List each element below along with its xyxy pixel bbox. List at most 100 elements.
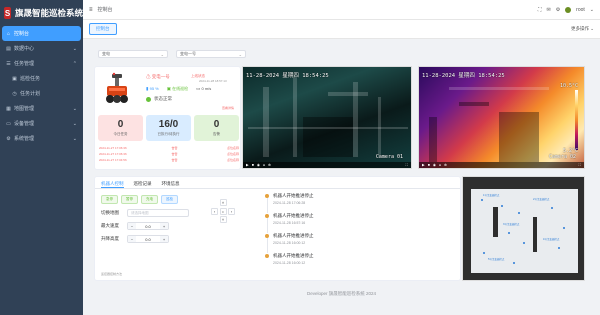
map-icon: ▦ [6, 105, 11, 112]
fullscreen-icon[interactable]: ⛶ [538, 7, 542, 13]
chevron-down-icon: ⌄ [238, 51, 242, 57]
tag-console[interactable]: 控制台 [89, 23, 117, 35]
snapshot-icon[interactable]: ◉ [433, 163, 436, 167]
stop-icon[interactable]: ■ [252, 163, 254, 167]
map-point[interactable] [508, 232, 510, 234]
lift-height-stepper[interactable]: − 0.0 + [127, 235, 169, 243]
sidebar-item-inspection-task[interactable]: ▣ 巡检任务 [0, 71, 83, 86]
sidebar-item-system-management[interactable]: ⚙ 系统管理 ⌄ [0, 131, 83, 146]
alarm-time: 2024-11-27 17:06:36 [99, 152, 127, 156]
sidebar-item-label: 控制台 [14, 31, 30, 37]
decrement-button[interactable]: − [128, 236, 136, 242]
robot-select[interactable]: 变电一号 ⌄ [176, 50, 246, 58]
camera-feed-visible[interactable]: 11-28-2024 星期四 18:54:25 Camera 01 ▶ ■ ◉ … [242, 66, 412, 169]
station-select[interactable]: 变电 ⌄ [98, 50, 168, 58]
switch-map-select[interactable]: 请选择地图 [127, 209, 189, 217]
username[interactable]: root [576, 7, 585, 13]
camera-feed-thermal[interactable]: 11-28-2024 星期四 18:54:25 10.5°C 5.2°C Cam… [418, 66, 585, 169]
robot-state-text: 状态正常 [154, 96, 172, 101]
arrow-down-button[interactable]: ˅ [219, 216, 227, 223]
record-icon[interactable]: ● [263, 163, 265, 167]
lift-height-value[interactable]: 0.0 [136, 236, 160, 242]
increment-button[interactable]: + [160, 223, 168, 229]
setting-icon[interactable]: ⚙ [556, 7, 560, 13]
chevron-down-icon: ⌄ [72, 120, 77, 127]
arrow-left-button[interactable]: ‹ [211, 207, 218, 215]
signal-stat: ▣ 在线巡检 [167, 86, 188, 92]
alarm-time: 2024-11-27 17:04:56 [99, 158, 127, 162]
map-point[interactable] [518, 212, 520, 214]
sidebar-item-map-management[interactable]: ▦ 地图管理 ⌄ [0, 101, 83, 116]
zoom-icon[interactable]: ⊕ [444, 163, 447, 167]
robot-stats: ▮ 95 % ▣ 在线巡检 ▭ 0 m/s [146, 86, 211, 92]
tab-environment-info[interactable]: 环境信息 [162, 181, 180, 188]
direction-pad: ˄ ‹ • › ˅ [211, 199, 235, 223]
stop-icon[interactable]: ■ [428, 163, 430, 167]
max-speed-value[interactable]: 0.0 [136, 223, 160, 229]
view-details-link[interactable]: 查看详情 [222, 106, 234, 110]
map-point[interactable] [513, 262, 515, 264]
map-point[interactable] [551, 207, 553, 209]
sidebar-item-device-management[interactable]: ▭ 设备管理 ⌄ [0, 116, 83, 131]
task-icon: ▣ [12, 75, 17, 82]
arrow-up-button[interactable]: ˄ [219, 199, 227, 206]
robot-state: 状态正常 [146, 96, 172, 102]
max-speed-stepper[interactable]: − 0.0 + [127, 222, 169, 230]
list-item[interactable]: 2024-11-27 17:04:56 告警 点位名称 [99, 157, 239, 163]
message-icon[interactable]: ✉ [546, 7, 550, 13]
fullscreen-icon[interactable]: ⛶ [579, 163, 581, 167]
emergency-stop-button[interactable]: 急停 [101, 195, 118, 204]
speed-value: 0 m/s [201, 86, 212, 91]
map-point[interactable] [558, 247, 560, 249]
scene-structure [328, 92, 368, 96]
stat-box-executed[interactable]: 16/0 已执行/待执行 [146, 115, 191, 141]
alarm-type: 告警 [171, 146, 178, 150]
play-icon[interactable]: ▶ [422, 163, 425, 167]
center-button[interactable]: • [219, 207, 227, 215]
more-operations-button[interactable]: 更多操作 ⌄ [571, 26, 594, 32]
timeline-title: 机器人开始推进停止 [273, 213, 314, 218]
snapshot-icon[interactable]: ◉ [257, 163, 260, 167]
inspect-button[interactable]: 巡检 [161, 195, 178, 204]
hamburger-icon[interactable]: ≡ [89, 7, 93, 13]
arrow-right-button[interactable]: › [228, 207, 235, 215]
database-icon: ▤ [6, 45, 11, 52]
site-map[interactable]: 1号主变巡检点 2号主变巡检点 3号主变巡检点 4号主变巡检点 5号主变巡检点 [462, 176, 585, 281]
topbar-actions: ⛶ ✉ ⚙ root ⌄ [538, 6, 594, 13]
speed-stat: ▭ 0 m/s [196, 86, 211, 92]
map-point[interactable] [563, 227, 565, 229]
sidebar-item-console[interactable]: ⌂ 控制台 [2, 26, 81, 41]
avatar[interactable] [565, 6, 572, 13]
tab-robot-control[interactable]: 机器人控制 [101, 181, 124, 188]
pause-button[interactable]: 暂停 [121, 195, 138, 204]
map-point[interactable] [501, 205, 503, 207]
topbar: ≡ 控制台 ⛶ ✉ ⚙ root ⌄ [83, 0, 600, 20]
map-point[interactable] [523, 242, 525, 244]
map-point[interactable] [483, 252, 485, 254]
sidebar-item-data-center[interactable]: ▤ 数据中心 ⌄ [0, 41, 83, 56]
robot-name-text: 变电一号 [151, 74, 170, 79]
sidebar-item-task-plan[interactable]: ◷ 任务计划 [0, 86, 83, 101]
sidebar-item-task-management[interactable]: ☰ 任务管理 ⌃ [0, 56, 83, 71]
fullscreen-icon[interactable]: ⛶ [406, 163, 408, 167]
increment-button[interactable]: + [160, 236, 168, 242]
event-timeline: 机器人开始推进停止 2024-11-28 17:06:28 机器人开始推进停止 … [263, 193, 453, 273]
stat-box-alarms[interactable]: 0 告警 [194, 115, 239, 141]
chevron-down-icon[interactable]: ⌄ [590, 7, 594, 13]
zoom-icon[interactable]: ⊕ [268, 163, 271, 167]
breadcrumb: 控制台 [97, 7, 113, 13]
charge-button[interactable]: 充电 [141, 195, 158, 204]
stat-value: 0 [213, 119, 220, 130]
play-icon[interactable]: ▶ [246, 163, 249, 167]
switch-map-placeholder: 请选择地图 [131, 210, 149, 215]
decrement-button[interactable]: − [128, 223, 136, 229]
control-form: 急停 暂停 充电 巡检 切换地图 请选择地图 最大速度 − 0.0 + 升降高度 [101, 195, 211, 277]
map-label: 1号主变巡检点 [483, 194, 500, 197]
battery-icon: ▮ [146, 86, 149, 91]
stat-box-today-tasks[interactable]: 0 今日任务 [98, 115, 143, 141]
tab-inspection-records[interactable]: 巡检记录 [134, 181, 152, 188]
more-ops-label: 更多操作 [570, 26, 589, 31]
map-label: 2号主变巡检点 [533, 198, 550, 201]
map-point[interactable] [481, 199, 483, 201]
record-icon[interactable]: ● [439, 163, 441, 167]
